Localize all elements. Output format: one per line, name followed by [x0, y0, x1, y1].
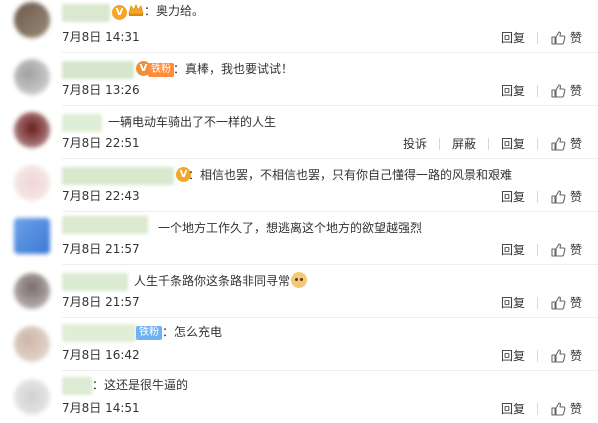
comment-time: 7月8日 14:51: [62, 401, 140, 415]
comment-text: ：真棒，我也要试试！: [173, 62, 294, 76]
like-button[interactable]: 赞: [550, 29, 582, 46]
action-divider: [536, 31, 538, 44]
crown-icon: [128, 3, 144, 16]
comment-text: ：奥力给。: [144, 4, 205, 18]
comment-time: 7月8日 21:57: [62, 242, 140, 256]
avatar[interactable]: [14, 165, 50, 201]
comment-item: 一个地方工作久了，想逃离这个地方的欲望越强烈 7月8日 21:57 回复 赞: [0, 212, 598, 265]
comment-time: 7月8日 14:31: [62, 30, 140, 44]
comment-actions: 回复 赞: [501, 29, 582, 46]
action-divider: [536, 84, 538, 97]
like-label: 赞: [569, 349, 582, 363]
vip-icon: V: [112, 5, 127, 20]
username[interactable]: [62, 377, 92, 395]
username[interactable]: [62, 114, 102, 132]
comment-list: V ：奥力给。 7月8日 14:31 回复 赞 V 铁粉 ：真棒，我也要试试！ …: [0, 0, 598, 423]
action-divider: [536, 296, 538, 309]
report-button[interactable]: 投诉: [403, 135, 427, 152]
comment-actions: 回复 赞: [501, 241, 582, 258]
comment-text: 人生千条路你这条路非同寻常: [134, 272, 308, 290]
comment-actions: 回复 赞: [501, 347, 582, 364]
avatar[interactable]: [14, 379, 50, 415]
reply-button[interactable]: 回复: [501, 294, 525, 311]
action-divider: [536, 137, 538, 150]
thumbs-up-icon: [551, 189, 566, 204]
comment-text: ：相信也罢，不相信也罢，只有你自己懂得一路的风景和艰难: [188, 168, 513, 182]
like-label: 赞: [569, 296, 582, 310]
username[interactable]: [62, 273, 128, 291]
action-divider: [536, 190, 538, 203]
reply-button[interactable]: 回复: [501, 400, 525, 417]
thumbs-up-icon: [551, 30, 566, 45]
cat-emoji-icon: [291, 272, 308, 288]
comment-time: 7月8日 22:51: [62, 136, 140, 150]
thumbs-up-icon: [551, 83, 566, 98]
reply-button[interactable]: 回复: [501, 347, 525, 364]
username[interactable]: [62, 324, 136, 342]
like-label: 赞: [569, 243, 582, 257]
thumbs-up-icon: [551, 242, 566, 257]
avatar[interactable]: [14, 326, 50, 362]
username[interactable]: [62, 4, 110, 22]
thumbs-up-icon: [551, 348, 566, 363]
like-label: 赞: [569, 84, 582, 98]
comment-item: ：这还是很牛逼的 7月8日 14:51 回复 赞: [0, 371, 598, 423]
comment-time: 7月8日 16:42: [62, 348, 140, 362]
thumbs-up-icon: [551, 295, 566, 310]
action-divider: [487, 137, 489, 150]
reply-button[interactable]: 回复: [501, 188, 525, 205]
comment-actions: 回复 赞: [501, 294, 582, 311]
comment-item: 铁粉 ：怎么充电 7月8日 16:42 回复 赞: [0, 318, 598, 371]
like-button[interactable]: 赞: [550, 294, 582, 311]
comment-actions: 回复 赞: [501, 400, 582, 417]
comment-item: 一辆电动车骑出了不一样的人生 7月8日 22:51 投诉 屏蔽 回复 赞: [0, 106, 598, 159]
like-label: 赞: [569, 402, 582, 416]
comment-time: 7月8日 22:43: [62, 189, 140, 203]
comment-text: ：这还是很牛逼的: [92, 378, 189, 392]
avatar[interactable]: [14, 218, 50, 254]
comment-item: V 铁粉 ：真棒，我也要试试！ 7月8日 13:26 回复 赞: [0, 53, 598, 106]
comment-time: 7月8日 13:26: [62, 83, 140, 97]
avatar[interactable]: [14, 59, 50, 95]
like-button[interactable]: 赞: [550, 188, 582, 205]
comment-time: 7月8日 21:57: [62, 295, 140, 309]
reply-button[interactable]: 回复: [501, 29, 525, 46]
like-label: 赞: [569, 31, 582, 45]
comment-item: V ：相信也罢，不相信也罢，只有你自己懂得一路的风景和艰难 7月8日 22:43…: [0, 159, 598, 212]
action-divider: [536, 402, 538, 415]
comment-actions: 回复 赞: [501, 82, 582, 99]
comment-actions: 回复 赞: [501, 188, 582, 205]
comment-actions: 投诉 屏蔽 回复 赞: [403, 135, 582, 152]
like-button[interactable]: 赞: [550, 82, 582, 99]
thumbs-up-icon: [551, 136, 566, 151]
username[interactable]: [62, 216, 148, 234]
avatar[interactable]: [14, 112, 50, 148]
reply-button[interactable]: 回复: [501, 82, 525, 99]
username[interactable]: [62, 61, 134, 79]
comment-text-body: 人生千条路你这条路非同寻常: [134, 274, 291, 288]
like-label: 赞: [569, 137, 582, 151]
fan-badge: 铁粉: [148, 63, 174, 77]
avatar[interactable]: [14, 2, 50, 38]
action-divider: [536, 243, 538, 256]
username[interactable]: [62, 167, 174, 185]
comment-text: ：怎么充电: [162, 325, 223, 339]
block-button[interactable]: 屏蔽: [452, 135, 476, 152]
like-button[interactable]: 赞: [550, 135, 582, 152]
thumbs-up-icon: [551, 401, 566, 416]
like-button[interactable]: 赞: [550, 241, 582, 258]
comment-text: 一个地方工作久了，想逃离这个地方的欲望越强烈: [158, 221, 423, 235]
comment-item: 人生千条路你这条路非同寻常 7月8日 21:57 回复 赞: [0, 265, 598, 318]
like-button[interactable]: 赞: [550, 347, 582, 364]
comment-text: 一辆电动车骑出了不一样的人生: [108, 115, 277, 129]
fan-badge: 铁粉: [136, 326, 162, 340]
action-divider: [438, 137, 440, 150]
like-button[interactable]: 赞: [550, 400, 582, 417]
reply-button[interactable]: 回复: [501, 135, 525, 152]
avatar[interactable]: [14, 273, 50, 309]
reply-button[interactable]: 回复: [501, 241, 525, 258]
like-label: 赞: [569, 190, 582, 204]
action-divider: [536, 349, 538, 362]
comment-item: V ：奥力给。 7月8日 14:31 回复 赞: [0, 0, 598, 53]
